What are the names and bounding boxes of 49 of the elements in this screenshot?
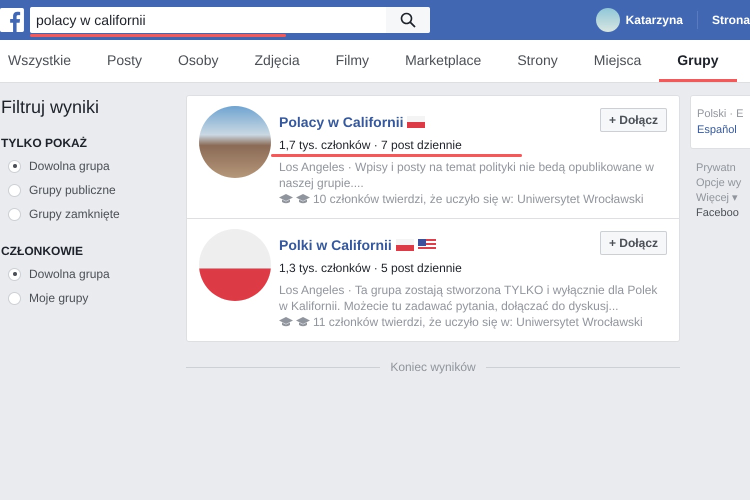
search-icon [400,12,416,28]
search-button[interactable] [386,7,430,33]
radio-button[interactable] [8,292,21,304]
logo-icon[interactable] [0,7,24,33]
group-stats: 1,3 tys. członków · 5 post dziennie [279,261,462,275]
filter-heading: TYLKO POKAŻ [1,136,88,150]
graduation-cap-icon [279,193,293,205]
radio-label[interactable]: Grupy publiczne [29,183,116,197]
flag-icon [396,239,414,251]
group-name-link[interactable]: Polacy w Californii [279,114,404,130]
filter-title: Filtruj wyniki [1,97,100,118]
group-description: Los Angeles · Wpisy i posty na temat polityki nie bedą opublikowane w naszej grupie.... [279,159,655,191]
radio-button[interactable] [8,184,21,196]
tab[interactable]: Posty [89,40,160,82]
search-field[interactable]: polacy w californii [30,7,386,33]
join-button[interactable]: + Dołącz [600,108,667,132]
flag-icon [407,116,426,128]
tab[interactable]: Strony [499,40,576,82]
tab[interactable]: Marketplace [387,40,500,82]
tab[interactable]: Filmy [318,40,388,82]
radio-label[interactable]: Dowolna grupa [29,267,110,281]
radio-label[interactable]: Dowolna grupa [29,159,110,173]
tab[interactable]: Wszystkie [0,40,89,82]
education-text: 10 członków twierdzi, że uczyło się w: Uniwersytet Wrocławski [313,192,644,206]
group-name-link[interactable]: Polki w Californii [279,237,392,253]
radio-button[interactable] [8,268,21,280]
language-link[interactable]: Español [697,124,737,136]
radio-button[interactable] [8,208,21,220]
flag-icon [418,239,436,251]
join-button[interactable]: + Dołącz [600,231,667,255]
radio-label[interactable]: Moje grupy [29,291,88,305]
end-of-results-text: Koniec wyników [390,360,476,374]
tab[interactable]: Osoby [160,40,236,82]
tab[interactable]: Zdjęcia [236,40,318,82]
avatar[interactable] [596,8,620,32]
nav-link[interactable]: Strona [712,13,750,27]
user-name[interactable]: Katarzyna [626,13,683,27]
footer-link[interactable]: Faceboo [696,207,739,219]
graduation-cap-icon [296,316,310,328]
group-stats: 1,7 tys. członków · 7 post dziennie [279,138,462,152]
graduation-cap-icon [279,316,293,328]
education-text: 11 członków twierdzi, że uczyło się w: Uniwersytet Wrocławski [313,315,643,329]
filter-heading: CZŁONKOWIE [1,244,84,258]
radio-button[interactable] [8,160,21,172]
radio-label[interactable]: Grupy zamknięte [29,207,120,221]
group-description: Los Angeles · Ta grupa zostają stworzona TYLKO i wyłącznie dla Polek w Kalifornii. Możecie tu zadawać pytania, dołączać do dyskusj... [279,282,658,314]
tab[interactable]: Grupy [659,40,736,82]
graduation-cap-icon [296,193,310,205]
tab[interactable]: Miejsca [576,40,660,82]
